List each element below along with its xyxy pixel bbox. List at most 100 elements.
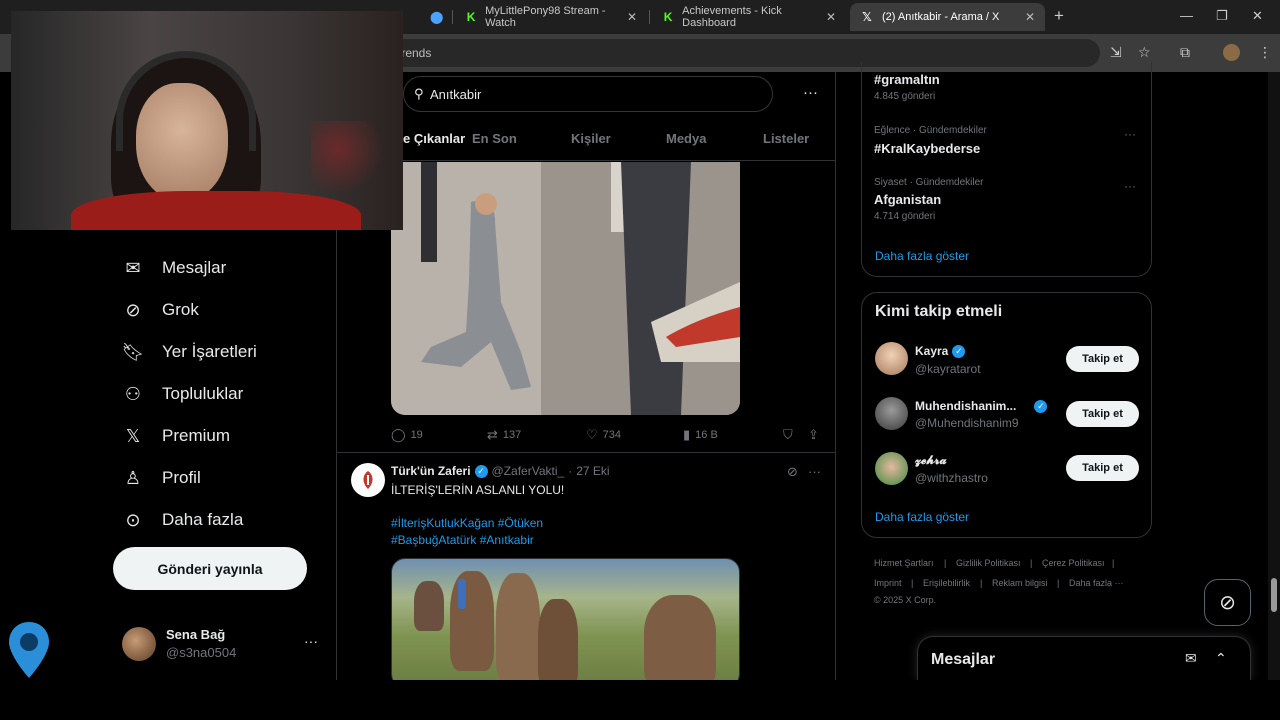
nav-grok[interactable]: ⊘ Grok [122,299,198,321]
nav-label: Topluluklar [162,384,244,403]
like-button[interactable]: ♡ 734 [586,427,621,443]
user-name[interactable]: Kayra ✓ [915,344,966,358]
account-name: Sena Bağ [166,627,226,642]
messages-drawer[interactable]: Mesajlar ✉ ⌃ [917,636,1251,680]
follow-button[interactable]: Takip et [1066,455,1139,481]
tab-media[interactable]: Medya [666,131,706,146]
account-switcher[interactable]: Sena Bağ @s3na0504 ··· [122,625,322,665]
author-handle[interactable]: @ZaferVakti_ [492,464,565,478]
follow-button[interactable]: Takip et [1066,401,1139,427]
user-name[interactable]: Muhendishanim... ✓ [915,399,1048,413]
close-icon[interactable]: ✕ [627,10,637,24]
divider [337,452,835,453]
trend-tag[interactable]: #gramaltın [874,72,940,87]
nav-premium[interactable]: 𝕏 Premium [122,425,230,447]
share-icon: ⇪ [808,427,819,442]
footer-link[interactable]: Çerez Politikası [1042,558,1105,568]
x-logo-icon: 𝕏 [125,425,141,446]
footer-link[interactable]: Gizlilik Politikası [956,558,1021,568]
expand-icon[interactable]: ⌃ [1215,650,1227,667]
tab-x-search[interactable]: 𝕏 (2) Anıtkabir - Arama / X ✕ [850,3,1045,31]
extensions-icon[interactable]: ⧉ [1180,44,1190,61]
close-icon[interactable]: ✕ [1025,10,1035,24]
new-message-icon[interactable]: ✉ [1185,650,1197,667]
author-name[interactable]: Türk'ün Zaferi [391,464,471,478]
hashtags-line[interactable]: #BaşbuğAtatürk #Anıtkabir [391,533,534,547]
bookmark-icon: 🔖︎ [121,341,145,362]
close-icon[interactable]: ✕ [826,10,836,24]
footer-link[interactable]: Reklam bilgisi [992,578,1048,588]
user-handle: @kayratarot [915,362,981,376]
follow-button[interactable]: Takip et [1066,346,1139,372]
footer-link[interactable]: Daha fazla ··· [1069,578,1124,588]
grok-icon[interactable]: ⊘ [787,464,798,480]
grok-icon: ⊘ [1219,592,1236,614]
nav-messages[interactable]: ✉ Mesajlar [122,257,226,279]
minimize-button[interactable]: — [1180,8,1193,23]
nav-bookmarks[interactable]: 🔖︎ Yer İşaretleri [122,341,257,363]
scrollbar-thumb[interactable] [1271,578,1277,612]
more-circle-icon: ⊙ [125,509,141,530]
search-input[interactable]: ⚲ Anıtkabir [403,76,773,112]
nav-profile[interactable]: ♙ Profil [122,467,201,489]
nav-more[interactable]: ⊙ Daha fazla [122,509,243,531]
show-more-link[interactable]: Daha fazla göster [875,510,969,524]
tab-kick-stream[interactable]: K MyLittlePony98 Stream - Watch ✕ [455,5,647,29]
trend-tag[interactable]: #KralKaybederse [874,141,980,156]
tweet-date[interactable]: 27 Eki [576,464,609,478]
user-name[interactable]: 𝔃𝓮𝓱𝓻𝓪 [915,453,947,468]
avatar[interactable] [351,463,385,497]
heart-icon: ♡ [586,427,598,442]
retweet-button[interactable]: ⇄ 137 [487,427,521,443]
bottom-strip [0,680,1280,720]
more-icon[interactable]: ··· [803,84,818,101]
trend-tag[interactable]: Afganistan [874,192,941,207]
user-name-text: Kayra [915,344,949,358]
tab-kick-dashboard[interactable]: K Achievements - Kick Dashboard ✕ [652,5,846,29]
avatar[interactable] [875,342,908,375]
more-icon[interactable]: ··· [808,464,821,479]
reply-button[interactable]: ◯ 19 [391,427,423,443]
tweet-image[interactable] [391,558,740,680]
show-more-link[interactable]: Daha fazla göster [875,249,969,263]
url-text[interactable]: trends [398,46,431,60]
map-pin-icon: ⬤ [430,10,444,24]
install-app-icon[interactable]: ⇲ [1110,44,1122,61]
webcam-decor [311,121,401,191]
nav-label: Daha fazla [162,510,244,529]
footer-link[interactable]: Erişilebilirlik [923,578,970,588]
footer-sep: | [1057,578,1060,588]
bookmark-button[interactable]: ⛉ [783,427,793,443]
maximize-button[interactable]: ❐ [1216,8,1228,24]
more-icon[interactable]: ··· [304,633,318,649]
post-button[interactable]: Gönderi yayınla [113,547,307,590]
star-icon[interactable]: ☆ [1138,44,1151,61]
grok-button[interactable]: ⊘ [1204,579,1251,626]
views-button[interactable]: ▮ 16 B [683,427,718,443]
hashtags-line[interactable]: #İlterişKutlukKağan #Ötüken [391,516,543,530]
share-button[interactable]: ⇪ [808,427,819,443]
footer-link[interactable]: Hizmet Şartları [874,558,934,568]
footer-link[interactable]: Imprint [874,578,902,588]
profile-avatar-icon[interactable] [1223,44,1240,61]
user-handle: @withzhastro [915,471,988,485]
tab-maps[interactable]: ⬤ [420,5,450,29]
tab-lists[interactable]: Listeler [763,131,809,146]
browser-menu-icon[interactable]: ⋮ [1258,44,1272,61]
scrollbar[interactable] [1268,72,1280,680]
new-tab-button[interactable]: + [1054,6,1064,26]
more-icon[interactable]: ··· [1124,179,1136,193]
kick-icon: K [466,10,476,24]
footer-sep: | [1112,558,1115,568]
trend-category: Siyaset · Gündemdekiler [874,177,984,188]
nav-label: Yer İşaretleri [162,342,257,361]
tab-people[interactable]: Kişiler [571,131,611,146]
footer-sep: | [1030,558,1033,568]
avatar[interactable] [875,397,908,430]
tweet-image[interactable] [391,162,740,415]
avatar[interactable] [875,452,908,485]
more-icon[interactable]: ··· [1124,127,1136,141]
nav-communities[interactable]: ⚇ Topluluklar [122,383,243,405]
close-window-button[interactable]: ✕ [1252,8,1263,24]
tab-latest[interactable]: En Son [472,131,517,146]
